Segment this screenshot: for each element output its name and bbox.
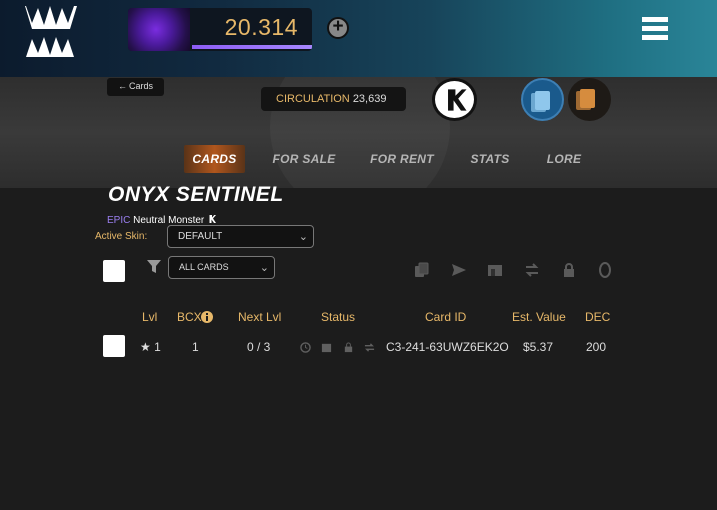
active-skin-value: DEFAULT: [178, 231, 223, 242]
col-header-lvl: Lvl: [142, 310, 158, 324]
col-header-card-id: Card ID: [425, 310, 467, 324]
card-tabs: CARDS FOR SALE FOR RENT STATS LORE: [0, 145, 717, 173]
gold-foil-button[interactable]: [568, 78, 611, 121]
row-card-id[interactable]: C3-241-63UWZ6EK2O: [386, 340, 509, 354]
col-header-bcx: BCX: [177, 310, 202, 324]
cards-icon: [576, 89, 595, 110]
regular-foil-button[interactable]: [521, 78, 564, 121]
edition-small-icon: [209, 215, 217, 223]
row-next-lvl: 0 / 3: [247, 340, 271, 354]
col-header-dec: DEC: [585, 310, 611, 324]
active-skin-select[interactable]: DEFAULT ⌄: [167, 225, 314, 248]
col-header-next-lvl: Next Lvl: [238, 310, 282, 324]
plus-circle-icon[interactable]: +: [327, 17, 349, 39]
row-dec: 200: [586, 340, 607, 354]
card-filter-value: ALL CARDS: [179, 262, 229, 272]
filter-icon[interactable]: [147, 260, 161, 274]
hamburger-menu-icon[interactable]: [642, 17, 668, 41]
circulation-value: 23,639: [352, 93, 387, 105]
active-skin-label: Active Skin:: [95, 231, 148, 242]
balance-progress-bar: [192, 45, 312, 49]
tab-for-rent[interactable]: FOR RENT: [366, 145, 438, 173]
col-header-est-value: Est. Value: [512, 310, 566, 324]
market-icon[interactable]: [487, 262, 503, 278]
tab-lore[interactable]: LORE: [540, 145, 588, 173]
lock-icon[interactable]: [561, 262, 577, 278]
splinterlands-logo-icon[interactable]: [22, 3, 80, 59]
back-to-cards-button[interactable]: ← Cards: [107, 78, 164, 96]
cards-icon: [531, 91, 550, 112]
balance-avatar: [128, 8, 190, 51]
col-header-status: Status: [321, 310, 356, 324]
row-bcx: 1: [192, 340, 199, 354]
info-icon[interactable]: [201, 311, 213, 323]
balance-value: 20.314: [224, 14, 298, 40]
back-button-label: Cards: [129, 81, 154, 91]
card-title: ONYX SENTINEL: [108, 183, 284, 206]
card-detail-page: 20.314 + ← Cards CIRCULATION 23,639 CARDS…: [0, 0, 717, 510]
transfer-icon[interactable]: [524, 262, 540, 278]
tab-for-sale[interactable]: FOR SALE: [268, 145, 340, 173]
row-est-value: $5.37: [523, 340, 554, 354]
burn-icon[interactable]: [597, 262, 613, 278]
circulation-label: CIRCULATION: [276, 93, 350, 105]
send-icon[interactable]: [451, 262, 467, 278]
circulation-badge: CIRCULATION 23,639: [261, 87, 406, 111]
rarity-label: EPIC: [107, 215, 131, 226]
clock-icon: [300, 342, 311, 353]
card-filter-select[interactable]: ALL CARDS ⌄: [168, 256, 275, 279]
transfer-status-icon: [364, 343, 375, 352]
row-lvl: ★ 1: [140, 340, 161, 354]
chevron-down-icon: ⌄: [298, 231, 308, 243]
select-all-checkbox[interactable]: [103, 260, 125, 282]
combine-icon[interactable]: [414, 262, 430, 278]
market-status-icon: [321, 343, 332, 353]
balance-progress-fill: [192, 45, 312, 49]
edition-icon[interactable]: [432, 78, 477, 121]
tab-cards[interactable]: CARDS: [184, 145, 245, 173]
arrow-left-icon: ←: [118, 81, 127, 91]
balance-widget[interactable]: 20.314: [128, 8, 312, 51]
lock-status-icon: [344, 342, 353, 353]
chevron-down-icon: ⌄: [259, 262, 269, 274]
top-bar: 20.314 +: [0, 0, 717, 77]
tab-stats[interactable]: STATS: [464, 145, 516, 173]
row-checkbox[interactable]: [103, 335, 125, 357]
